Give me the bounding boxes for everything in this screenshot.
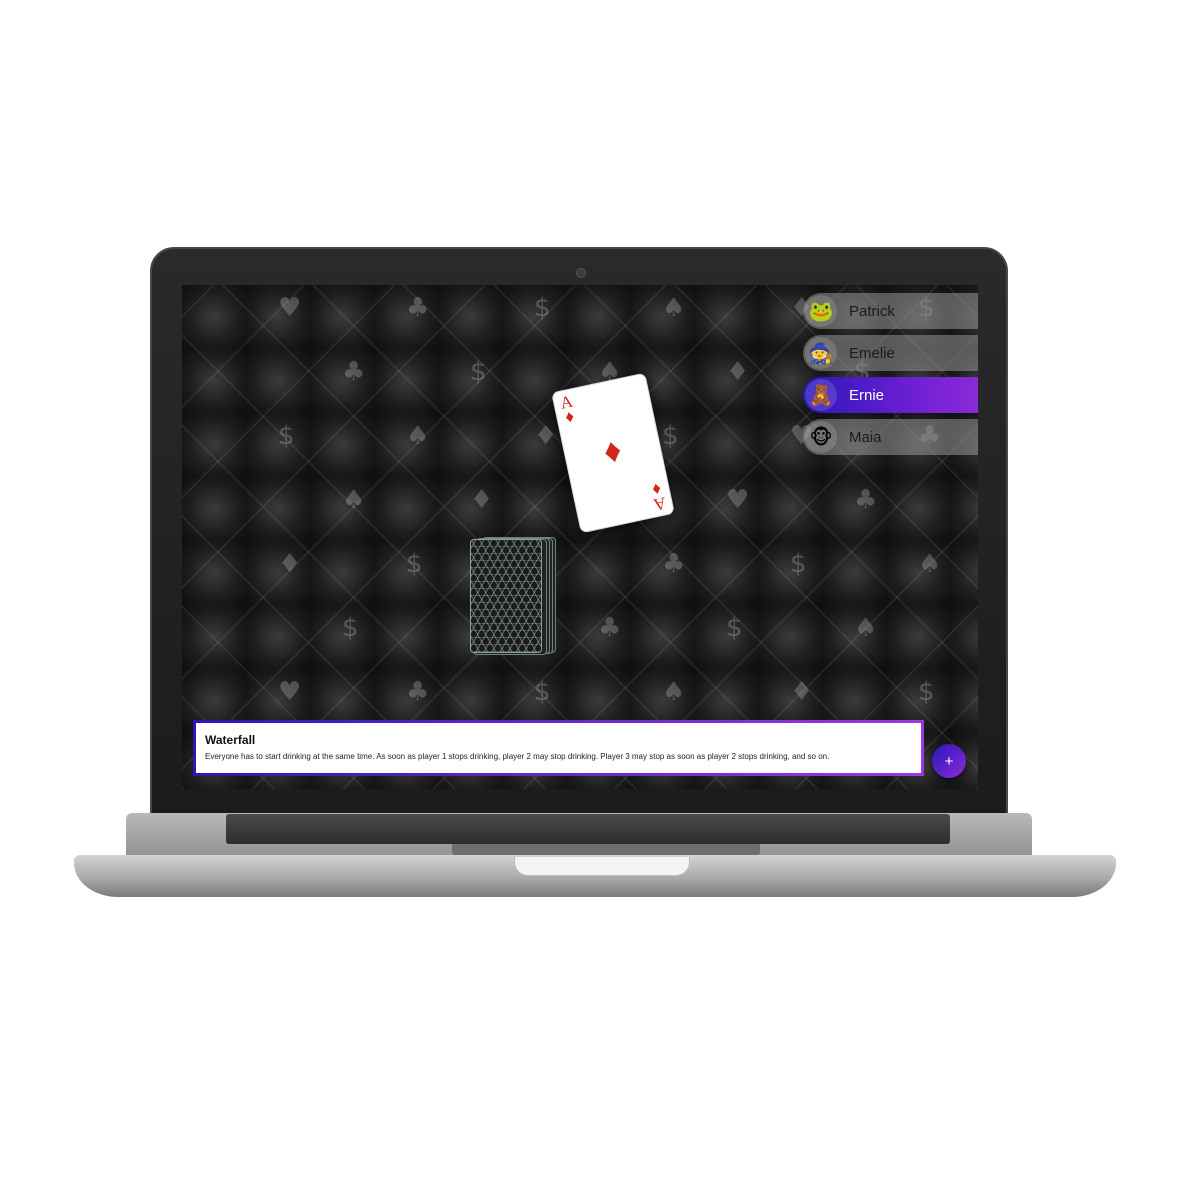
game-screen: ♥♣$♠♦$♣$♠♦$♥$♠♦$♥♣♠♦$♥♣$♦$♥♣$♠$♥♣$♠♦♥♣$♠…: [182, 285, 978, 789]
pattern-symbol: $: [534, 677, 551, 707]
pattern-symbol: $: [278, 421, 295, 451]
pattern-symbol: $: [662, 421, 679, 451]
laptop-mockup: ♥♣$♠♦$♣$♠♦$♥$♠♦$♥♣♠♦$♥♣$♦$♥♣$♠$♥♣$♠♦♥♣$♠…: [0, 0, 1202, 1200]
monkey-icon: 🐵: [805, 421, 837, 453]
pattern-symbol: ♦: [278, 549, 302, 579]
pattern-symbol: ♠: [918, 549, 942, 579]
player-name: Maia: [849, 428, 882, 446]
pattern-symbol: ♣: [342, 357, 366, 387]
pattern-symbol: ♦: [534, 421, 558, 451]
bear-icon: 🧸: [805, 379, 837, 411]
player-name: Emelie: [849, 344, 895, 362]
pattern-symbol: $: [470, 357, 487, 387]
rule-title: Waterfall: [205, 733, 256, 747]
player-list: 🐸 Patrick 🧙 Emelie 🧸 Ernie 🐵 Maia: [803, 293, 978, 461]
pattern-symbol: ♦: [790, 677, 814, 707]
card-deck[interactable]: [470, 537, 556, 655]
player-name: Patrick: [849, 302, 895, 320]
pattern-symbol: ♠: [342, 485, 366, 515]
lid-opening-notch: [514, 857, 690, 876]
diamond-icon: ♦: [600, 430, 626, 472]
pattern-symbol: $: [342, 613, 359, 643]
card-corner-top: A ♦: [559, 391, 577, 427]
pattern-symbol: ♦: [726, 357, 750, 387]
pattern-symbol: ♣: [662, 549, 686, 579]
pattern-symbol: ♣: [406, 677, 430, 707]
player-item-maia[interactable]: 🐵 Maia: [803, 419, 978, 455]
pattern-symbol: ♣: [598, 613, 622, 643]
pattern-symbol: $: [726, 613, 743, 643]
player-name: Ernie: [849, 386, 885, 404]
rule-description: Everyone has to start drinking at the sa…: [205, 752, 830, 761]
pattern-symbol: $: [918, 677, 935, 707]
add-player-button[interactable]: +: [932, 744, 966, 778]
camera-icon: [576, 268, 586, 278]
keyboard: [226, 814, 950, 844]
pattern-symbol: ♥: [278, 677, 302, 707]
plus-icon: +: [944, 752, 954, 770]
pattern-symbol: ♠: [854, 613, 878, 643]
pattern-symbol: ♣: [406, 293, 430, 323]
pattern-symbol: ♦: [470, 485, 494, 515]
drawn-card[interactable]: A ♦ ♦ A ♦: [551, 372, 675, 534]
pattern-symbol: ♥: [278, 293, 302, 323]
gnome-icon: 🧙: [805, 337, 837, 369]
pattern-symbol: $: [534, 293, 551, 323]
frog-icon: 🐸: [805, 295, 837, 327]
rule-panel: Waterfall Everyone has to start drinking…: [193, 720, 924, 776]
pattern-symbol: $: [790, 549, 807, 579]
player-item-ernie[interactable]: 🧸 Ernie: [803, 377, 978, 413]
pattern-symbol: ♠: [662, 677, 686, 707]
deck-top-card[interactable]: [470, 539, 542, 653]
player-item-patrick[interactable]: 🐸 Patrick: [803, 293, 978, 329]
player-item-emelie[interactable]: 🧙 Emelie: [803, 335, 978, 371]
pattern-symbol: $: [406, 549, 423, 579]
pattern-symbol: ♠: [406, 421, 430, 451]
diamond-icon: ♦: [563, 406, 576, 427]
pattern-symbol: ♠: [662, 293, 686, 323]
pattern-symbol: ♣: [854, 485, 878, 515]
pattern-symbol: ♥: [726, 485, 750, 515]
card-corner-bottom: A ♦: [649, 479, 667, 514]
